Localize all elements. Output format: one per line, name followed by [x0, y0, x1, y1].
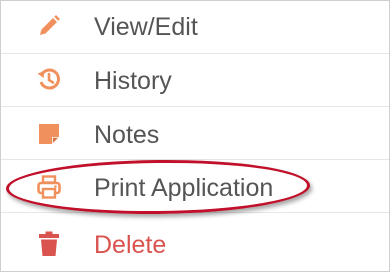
printer-icon	[36, 174, 62, 200]
menu-item-notes[interactable]: Notes	[1, 107, 389, 160]
note-icon	[36, 121, 62, 147]
menu-item-label: History	[94, 67, 172, 95]
menu-item-label: View/Edit	[94, 13, 198, 41]
menu-item-label: Print Application	[94, 174, 274, 202]
menu-item-label: Delete	[94, 231, 167, 259]
pencil-icon	[36, 13, 62, 39]
menu-item-print-application[interactable]: Print Application	[1, 160, 389, 213]
menu-item-history[interactable]: History	[1, 54, 389, 107]
trash-icon	[36, 231, 62, 257]
menu-item-delete[interactable]: Delete	[1, 213, 389, 266]
menu-item-view-edit[interactable]: View/Edit	[1, 1, 389, 54]
actions-menu: View/Edit History Notes Print Applicatio…	[0, 0, 390, 272]
menu-item-label: Notes	[94, 121, 160, 149]
history-icon	[36, 66, 62, 92]
